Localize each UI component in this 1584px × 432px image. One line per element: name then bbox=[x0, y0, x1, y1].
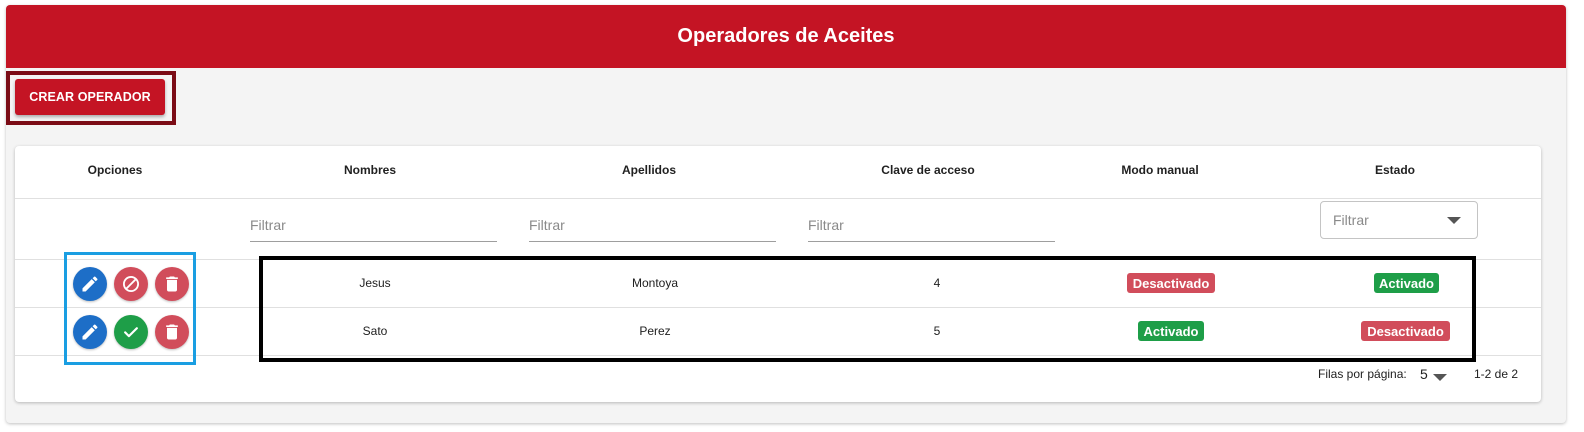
names-filter[interactable] bbox=[250, 210, 497, 242]
pagination-range: 1-2 de 2 bbox=[1474, 367, 1519, 381]
names-filter-input[interactable] bbox=[250, 210, 497, 240]
dropdown-arrow-icon bbox=[1447, 217, 1461, 224]
surnames-filter-input[interactable] bbox=[529, 210, 776, 240]
access-key-filter-input[interactable] bbox=[808, 210, 1055, 240]
access-key-filter[interactable] bbox=[808, 210, 1055, 242]
rows-per-page-arrow-icon[interactable] bbox=[1433, 374, 1447, 381]
header-divider bbox=[15, 198, 1541, 199]
rows-per-page-select[interactable]: 5 bbox=[1420, 364, 1428, 384]
page-header: Operadores de Aceites bbox=[6, 5, 1566, 68]
options-highlight bbox=[64, 252, 196, 365]
column-header-status[interactable]: Estado bbox=[1290, 146, 1500, 193]
status-filter-select[interactable]: Filtrar bbox=[1320, 201, 1478, 239]
status-filter-value: Filtrar bbox=[1333, 212, 1369, 228]
create-operator-button[interactable]: CREAR OPERADOR bbox=[15, 79, 165, 115]
column-header-manual-mode[interactable]: Modo manual bbox=[1055, 146, 1265, 193]
column-header-names[interactable]: Nombres bbox=[260, 146, 480, 193]
column-header-surnames[interactable]: Apellidos bbox=[539, 146, 759, 193]
column-header-options: Opciones bbox=[87, 162, 143, 177]
rows-highlight bbox=[259, 256, 1476, 362]
rows-per-page-label: Filas por página: bbox=[1318, 367, 1407, 381]
surnames-filter[interactable] bbox=[529, 210, 776, 242]
page-title: Operadores de Aceites bbox=[677, 25, 895, 47]
column-header-access-key[interactable]: Clave de acceso bbox=[818, 146, 1038, 193]
